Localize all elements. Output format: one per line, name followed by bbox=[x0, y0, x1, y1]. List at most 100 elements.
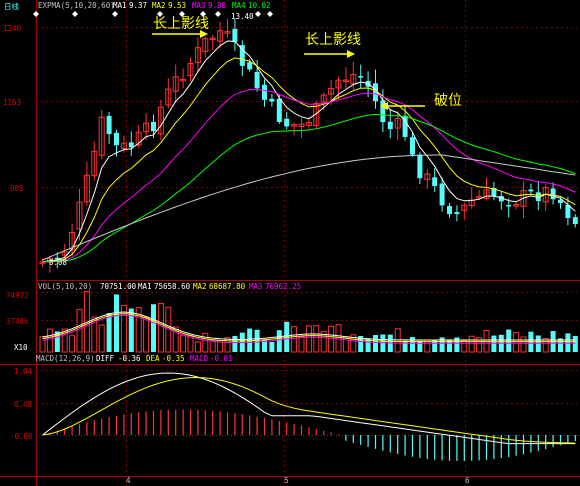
candle bbox=[217, 21, 224, 48]
x-month-6: 6 bbox=[465, 476, 470, 485]
indicator-prefix: EXPMA(5,10,20,60) bbox=[38, 1, 115, 10]
candle bbox=[262, 79, 267, 107]
volume-bar bbox=[513, 332, 520, 353]
y-tick-1163: 1163 bbox=[3, 98, 21, 107]
ma3-line bbox=[42, 88, 576, 263]
annotation-text-breakdown: 破位 bbox=[434, 93, 462, 109]
diamond-icon bbox=[112, 11, 118, 17]
candle-body bbox=[284, 118, 290, 127]
candle bbox=[447, 202, 452, 218]
macd-dea-value: -0.35 bbox=[162, 354, 185, 363]
annotation-text-shadow-1: 长上影线 bbox=[153, 16, 209, 32]
vol-ma2-label: MA2 bbox=[193, 282, 207, 291]
candle bbox=[491, 181, 497, 201]
candle-body bbox=[247, 62, 253, 70]
candle bbox=[269, 93, 275, 107]
volume-bar bbox=[468, 335, 475, 353]
candle-body bbox=[454, 212, 460, 215]
candle-body bbox=[432, 177, 438, 187]
volume-bar bbox=[373, 335, 378, 352]
diamond-icon bbox=[72, 11, 78, 17]
macd-dea-label: DEA bbox=[146, 354, 160, 363]
vol-ma3-value: 76962.25 bbox=[265, 282, 301, 291]
diamond-icon bbox=[33, 11, 39, 17]
annotation-shadow-2: 长上影线 bbox=[304, 32, 361, 58]
vol-tick-74972: 74972 bbox=[6, 291, 29, 300]
annotation-shadow-1: 长上影线 bbox=[152, 16, 209, 38]
volume-bar bbox=[506, 329, 512, 352]
vol-ma2-value: 68687.80 bbox=[209, 282, 246, 291]
y-tick-1340: 1340 bbox=[3, 24, 22, 33]
candle-body bbox=[232, 28, 238, 43]
vol-ma1-label: MA1 bbox=[138, 282, 152, 291]
macd-macd-value: -0.01 bbox=[210, 354, 233, 363]
candle bbox=[305, 117, 312, 131]
candle bbox=[528, 183, 534, 195]
candle bbox=[202, 36, 209, 57]
candle bbox=[128, 131, 134, 156]
candle bbox=[513, 201, 520, 210]
volume-bar bbox=[106, 313, 112, 352]
vol-unit: X10 bbox=[14, 343, 28, 352]
volume-bar bbox=[291, 326, 298, 353]
candle bbox=[454, 205, 460, 222]
candle bbox=[276, 94, 282, 125]
candle bbox=[98, 109, 105, 160]
macd-diff-label: DIFF bbox=[96, 354, 115, 363]
diamond-icon bbox=[267, 11, 273, 17]
candle bbox=[209, 35, 216, 51]
candle bbox=[432, 168, 438, 193]
candle-body bbox=[506, 204, 512, 207]
volume-bar bbox=[342, 336, 349, 353]
candle bbox=[165, 78, 172, 109]
period-label[interactable]: 日线 bbox=[4, 1, 19, 11]
volume-bar bbox=[194, 341, 201, 353]
candle bbox=[239, 40, 245, 77]
volume-bar bbox=[298, 336, 305, 353]
volume-bar bbox=[313, 325, 320, 353]
candle bbox=[550, 182, 556, 205]
candle bbox=[187, 57, 194, 82]
volume-bar bbox=[69, 335, 76, 353]
candle-body bbox=[262, 84, 267, 100]
macd-panel bbox=[42, 372, 576, 461]
low-price-label: 8.08 bbox=[49, 258, 68, 267]
candle bbox=[91, 141, 98, 181]
diamond-icon bbox=[215, 11, 221, 17]
candle bbox=[387, 109, 393, 139]
candle bbox=[572, 214, 578, 228]
candle-body bbox=[410, 137, 415, 155]
annotation-text-shadow-2: 长上影线 bbox=[305, 32, 361, 48]
candle bbox=[417, 152, 423, 185]
macd-macd-label: MACD bbox=[190, 354, 209, 363]
stock-chart[interactable]: 日线 EXPMA(5,10,20,60) MA1 9.37 MA2 9.53 M… bbox=[0, 0, 580, 486]
candle-body bbox=[106, 115, 112, 135]
candle bbox=[358, 64, 364, 89]
candle bbox=[468, 187, 475, 209]
candle bbox=[342, 67, 349, 89]
volume-bar bbox=[572, 335, 578, 352]
volume-bar bbox=[410, 337, 415, 352]
vol-ma3-label: MA3 bbox=[249, 282, 263, 291]
candle-body bbox=[550, 188, 556, 200]
ma2-label: MA2 bbox=[152, 1, 166, 10]
candle-body bbox=[358, 76, 364, 78]
volume-bar bbox=[180, 334, 187, 353]
arrow-right-icon bbox=[347, 50, 355, 58]
long-ma-line bbox=[42, 154, 576, 261]
ma2-value: 9.53 bbox=[168, 1, 186, 10]
candle bbox=[298, 118, 305, 138]
macd-prefix: MACD(12,26,9) bbox=[36, 354, 95, 363]
vol-ma1-value: 75658.60 bbox=[154, 282, 191, 291]
candle bbox=[106, 112, 112, 144]
candle bbox=[157, 99, 164, 141]
volume-bar bbox=[417, 340, 423, 352]
volume-bar bbox=[402, 340, 408, 352]
candle-body bbox=[254, 72, 260, 89]
volume-bar bbox=[491, 335, 497, 352]
volume-bar bbox=[520, 336, 527, 353]
candle-body bbox=[128, 142, 134, 148]
ma4-value: 10.02 bbox=[248, 1, 271, 10]
volume-bar bbox=[461, 340, 468, 353]
volume-bar bbox=[565, 333, 571, 352]
